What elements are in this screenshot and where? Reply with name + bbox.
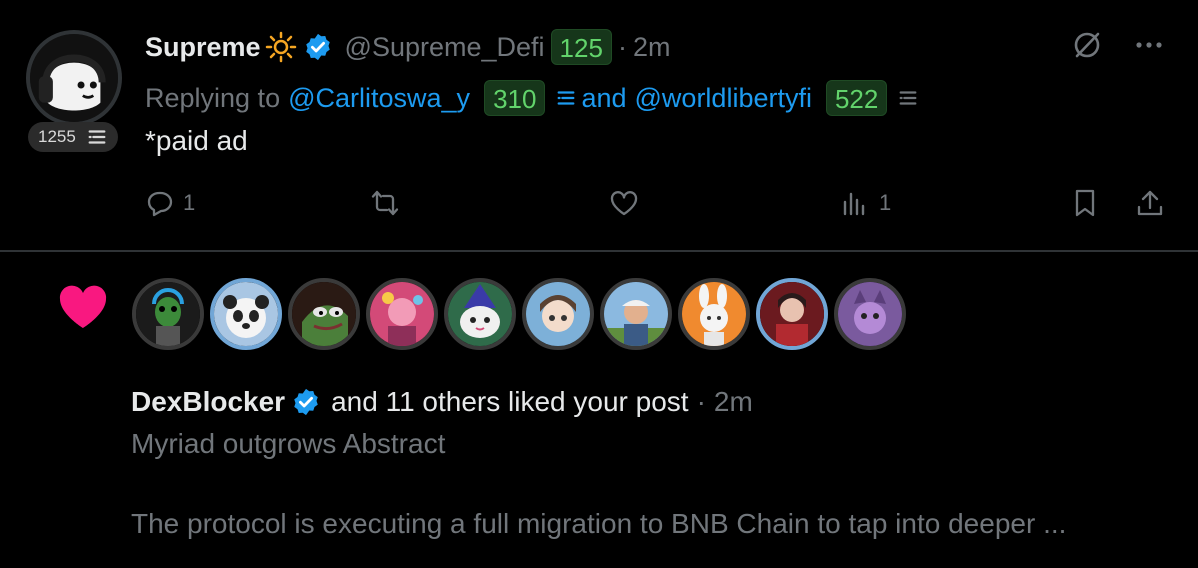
liker-avatar[interactable] [600, 278, 672, 350]
post-text: *paid ad [145, 125, 248, 156]
like-button[interactable] [609, 188, 639, 218]
list-icon[interactable] [897, 87, 919, 109]
liker-avatar[interactable] [132, 278, 204, 350]
heart-icon [59, 285, 107, 328]
reply-count: 1 [183, 190, 196, 215]
avatar-score-badge[interactable]: 1255 [28, 122, 118, 152]
frog-avatar-icon [292, 282, 356, 346]
purple-cat-avatar-icon [838, 282, 902, 346]
more-icon[interactable] [1132, 28, 1166, 62]
like-text: and 11 others liked your post [331, 386, 689, 417]
share-button[interactable] [1135, 188, 1165, 218]
panda-avatar-icon [214, 282, 278, 346]
like-summary: DexBlocker and 11 others liked your post… [131, 381, 753, 423]
liker-avatar[interactable] [678, 278, 750, 350]
author-avatar[interactable] [26, 30, 122, 126]
red-figure-avatar-icon [760, 282, 824, 346]
views-icon [843, 192, 865, 216]
and-label: and [581, 82, 627, 113]
mention-link-2[interactable]: @worldlibertyfi [635, 83, 812, 114]
bookmark-icon [1075, 189, 1095, 217]
anime-boy-avatar-icon [526, 282, 590, 346]
liker-avatar[interactable] [444, 278, 516, 350]
author-score-badge[interactable]: 125 [550, 29, 612, 65]
liker-avatars [132, 278, 912, 350]
verified-icon [294, 388, 318, 416]
liked-post-title[interactable]: Myriad outgrows Abstract [131, 428, 445, 460]
post-time[interactable]: 2m [633, 32, 671, 63]
post-header: Supreme @Supreme_Defi 125 · 2m [145, 28, 670, 66]
liker-avatar[interactable] [366, 278, 438, 350]
alien-avatar-icon [136, 282, 200, 346]
liker-name[interactable]: DexBlocker [131, 386, 285, 418]
separator-dot: · [617, 31, 627, 62]
notification-time: 2m [713, 386, 753, 417]
bunny-girl-avatar-icon [682, 282, 746, 346]
like-icon [610, 191, 638, 216]
replying-to-label: Replying to [145, 82, 281, 113]
author-handle[interactable]: @Supreme_Defi [345, 32, 545, 63]
liker-avatar[interactable] [210, 278, 282, 350]
views-button[interactable]: 1 [841, 188, 891, 218]
separator-dot: · [696, 386, 706, 417]
avatar-score-value: 1255 [38, 127, 76, 146]
reply-icon [147, 191, 173, 217]
grok-icon[interactable] [1070, 28, 1104, 62]
retweet-icon [371, 190, 399, 216]
bookmark-button[interactable] [1070, 188, 1100, 218]
divider [0, 250, 1198, 252]
liked-post-excerpt[interactable]: The protocol is executing a full migrati… [131, 508, 1171, 540]
liker-avatar[interactable] [522, 278, 594, 350]
liker-avatar[interactable] [288, 278, 360, 350]
mention-link-1[interactable]: @Carlitoswa_y [288, 83, 470, 114]
list-icon[interactable] [555, 87, 577, 109]
share-icon [1137, 190, 1163, 216]
replying-to-line: Replying to @Carlitoswa_y 310 and @world… [145, 78, 919, 118]
liker-avatar[interactable] [756, 278, 828, 350]
farmer-avatar-icon [604, 282, 668, 346]
wizard-cat-avatar-icon [448, 282, 512, 346]
verified-icon [305, 33, 330, 61]
mention-2-score-badge[interactable]: 522 [825, 80, 888, 116]
post-action-bar: 1 1 [145, 188, 1170, 228]
reply-post[interactable]: 1255 Supreme @Supreme_Defi 125 · 2m Repl… [0, 0, 1198, 250]
mention-1-score-badge[interactable]: 310 [484, 80, 546, 116]
list-icon [88, 130, 106, 144]
author-name[interactable]: Supreme [145, 32, 261, 63]
sun-icon [265, 31, 296, 63]
headphone-ghost-avatar-icon [30, 34, 118, 122]
retweet-button[interactable] [370, 188, 400, 218]
post-top-right-actions [1070, 28, 1166, 62]
liker-avatar[interactable] [834, 278, 906, 350]
pink-art-avatar-icon [370, 282, 434, 346]
views-count: 1 [879, 190, 892, 215]
reply-button[interactable]: 1 [145, 188, 195, 218]
